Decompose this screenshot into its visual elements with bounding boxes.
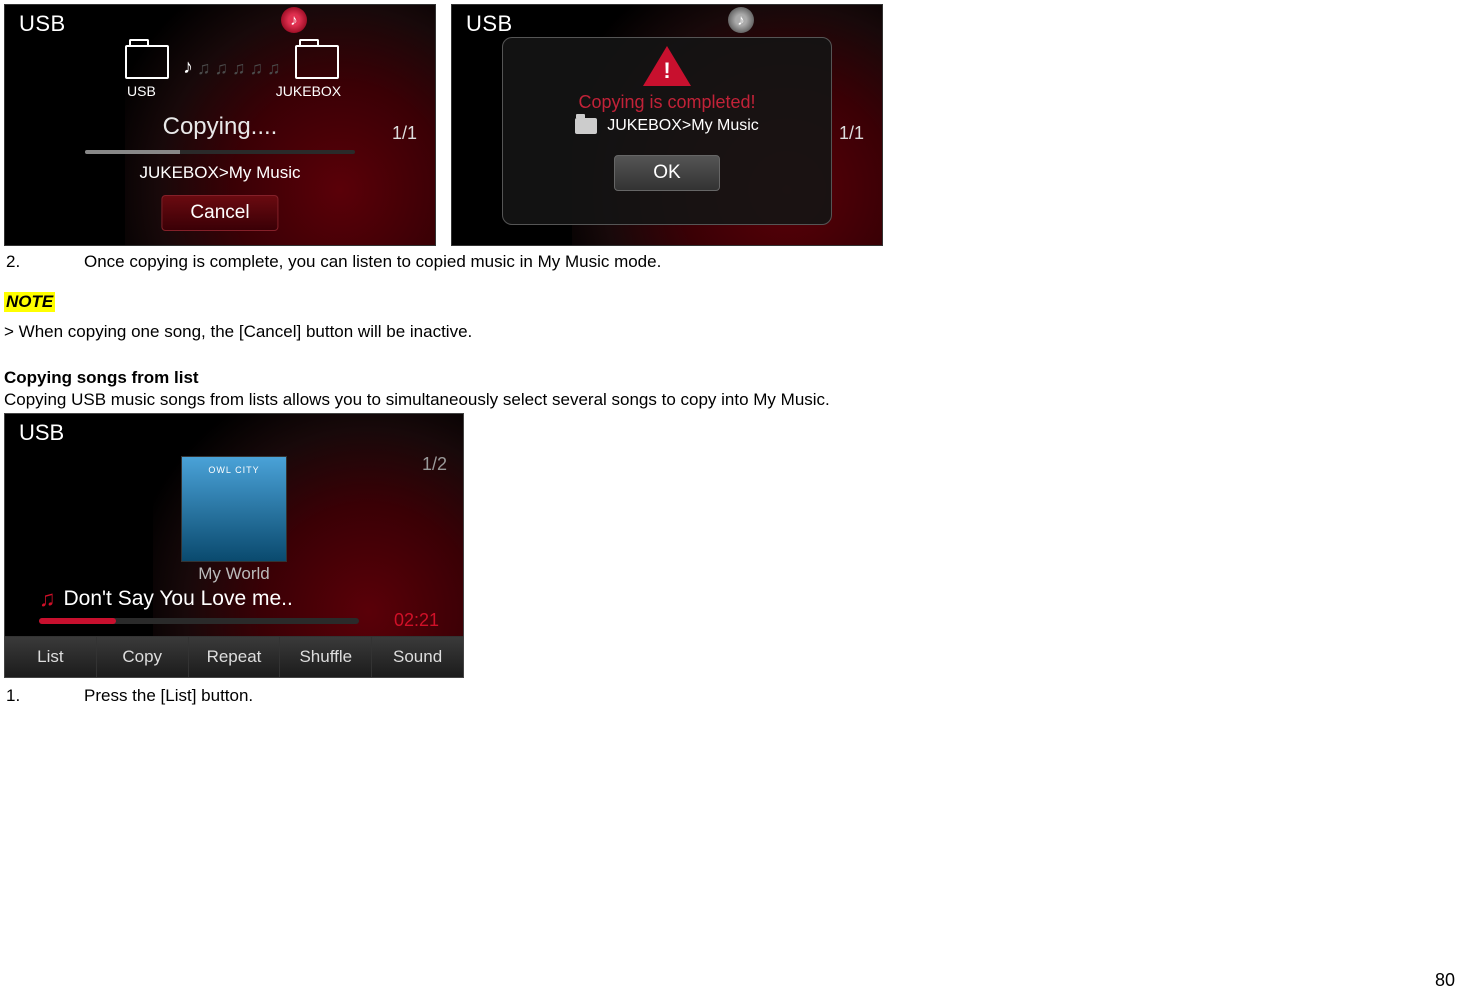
seek-bar[interactable] <box>39 618 359 624</box>
album-art-text: OWL CITY <box>182 465 286 475</box>
list-button[interactable]: List <box>5 637 97 677</box>
step-1: 1. Press the [List] button. <box>6 686 1461 706</box>
music-disc-icon: ♪ <box>728 7 754 33</box>
dest-label: JUKEBOX <box>276 83 341 99</box>
repeat-button[interactable]: Repeat <box>189 637 281 677</box>
step-number: 1. <box>6 686 24 706</box>
ok-button[interactable]: OK <box>614 155 719 191</box>
screenshot-copying: USB ♪ ♪♫♫♫♫♫ USB JUKEBOX Copying.... 1/1… <box>4 4 436 246</box>
music-disc-icon: ♪ <box>281 7 307 33</box>
page-number: 80 <box>1435 970 1455 991</box>
step-2: 2. Once copying is complete, you can lis… <box>6 252 1461 272</box>
copy-progress-bar <box>85 150 355 154</box>
copy-path: JUKEBOX>My Music <box>5 163 435 183</box>
step-text: Once copying is complete, you can listen… <box>84 252 661 272</box>
screenshot-player: USB 1/2 OWL CITY My World ♫ Don't Say Yo… <box>4 413 464 678</box>
album-art: OWL CITY <box>181 456 287 562</box>
step-text: Press the [List] button. <box>84 686 253 706</box>
screen-header: USB <box>19 420 64 446</box>
sound-button[interactable]: Sound <box>372 637 463 677</box>
complete-message: Copying is completed! <box>578 92 755 113</box>
cancel-button[interactable]: Cancel <box>161 195 278 231</box>
copy-button[interactable]: Copy <box>97 637 189 677</box>
album-name: My World <box>5 564 463 584</box>
complete-dialog: ! Copying is completed! JUKEBOX>My Music… <box>502 37 832 225</box>
track-title: Don't Say You Love me.. <box>64 587 293 611</box>
player-button-bar: List Copy Repeat Shuffle Sound <box>5 636 463 677</box>
track-row: ♫ Don't Say You Love me.. <box>39 586 293 612</box>
copy-count: 1/1 <box>839 123 864 144</box>
note-block: NOTE <box>4 292 1461 322</box>
copy-count: 1/1 <box>392 123 417 144</box>
track-count: 1/2 <box>422 454 447 475</box>
section-title: Copying songs from list <box>4 368 1461 388</box>
folder-icon <box>575 118 597 134</box>
elapsed-time: 02:21 <box>394 610 439 631</box>
transfer-row: ♪♫♫♫♫♫ <box>125 45 339 79</box>
document-body: 2. Once copying is complete, you can lis… <box>4 252 1461 706</box>
folder-icon <box>125 45 169 79</box>
screenshot-row: USB ♪ ♪♫♫♫♫♫ USB JUKEBOX Copying.... 1/1… <box>4 4 1461 246</box>
note-label: NOTE <box>4 292 55 312</box>
section-intro: Copying USB music songs from lists allow… <box>4 390 1461 410</box>
music-note-icon: ♫ <box>39 586 56 612</box>
copy-status: Copying.... <box>5 113 435 141</box>
folder-icon <box>295 45 339 79</box>
screen-header: USB <box>466 11 513 37</box>
warning-icon: ! <box>643 46 691 86</box>
shuffle-button[interactable]: Shuffle <box>280 637 372 677</box>
complete-path: JUKEBOX>My Music <box>607 117 759 135</box>
step-number: 2. <box>6 252 24 272</box>
screen-header: USB <box>19 11 66 37</box>
note-text: > When copying one song, the [Cancel] bu… <box>4 322 1461 342</box>
source-label: USB <box>127 83 156 99</box>
screenshot-complete: USB ♪ 1/1 ! Copying is completed! JUKEBO… <box>451 4 883 246</box>
complete-path-row: JUKEBOX>My Music <box>575 117 759 135</box>
transfer-labels: USB JUKEBOX <box>127 83 341 99</box>
transfer-notes-icon: ♪♫♫♫♫♫ <box>183 56 281 79</box>
